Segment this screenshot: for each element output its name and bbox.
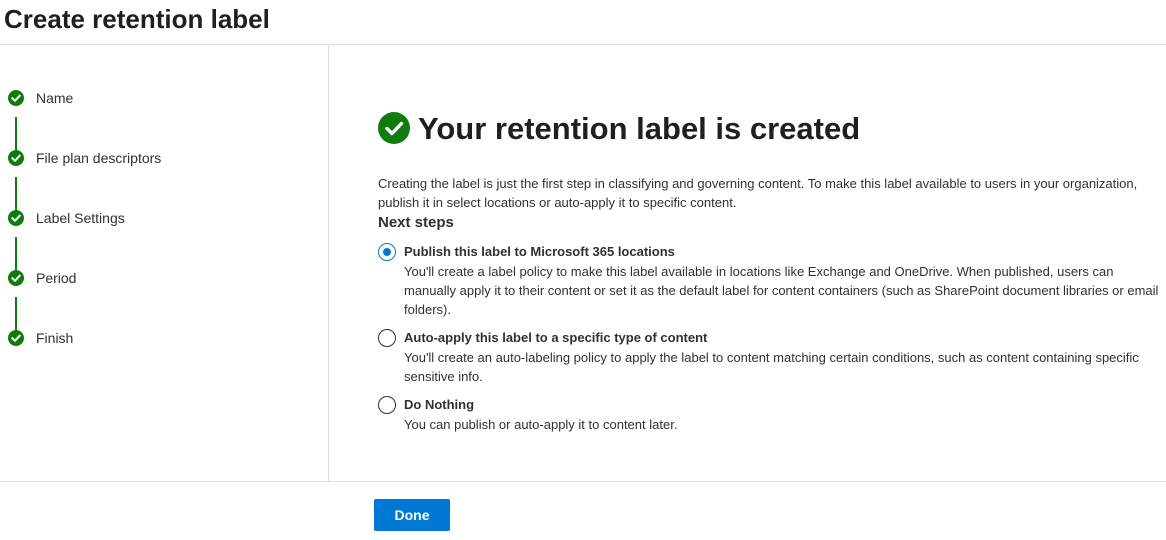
do-nothing-radio[interactable] (378, 396, 396, 414)
publish-label-radio[interactable] (378, 243, 396, 261)
option-description: You'll create a label policy to make thi… (404, 264, 1159, 317)
main-content: Your retention label is created Creating… (330, 45, 1166, 481)
option-title: Publish this label to Microsoft 365 loca… (404, 244, 675, 259)
option-do-nothing[interactable]: Do Nothing You can publish or auto-apply… (378, 396, 1166, 436)
option-title: Do Nothing (404, 397, 475, 412)
next-steps-heading: Next steps (378, 214, 454, 231)
page-header: Create retention label (0, 0, 1166, 45)
option-publish-label[interactable]: Publish this label to Microsoft 365 loca… (378, 243, 1166, 319)
success-title: Your retention label is created (418, 111, 861, 146)
success-check-icon (378, 112, 410, 144)
auto-apply-radio[interactable] (378, 329, 396, 347)
option-auto-apply-label[interactable]: Auto-apply this label to a specific type… (378, 329, 1166, 385)
done-button[interactable]: Done (374, 499, 450, 531)
wizard-step-label: Finish (36, 330, 74, 346)
checkmark-icon (8, 90, 24, 106)
create-retention-label-page: Create retention label Name File plan de… (0, 0, 1166, 540)
checkmark-icon (8, 330, 24, 346)
wizard-step-label: Name (36, 90, 74, 106)
checkmark-icon (8, 210, 24, 226)
option-description: You'll create an auto-labeling policy to… (404, 350, 1139, 384)
checkmark-icon (8, 150, 24, 166)
wizard-steps-sidebar: Name File plan descriptors Label Setting… (0, 45, 329, 481)
wizard-footer: Done (0, 481, 1166, 540)
wizard-step-label: Period (36, 270, 77, 286)
wizard-step-label: Label Settings (36, 210, 125, 226)
option-description: You can publish or auto-apply it to cont… (404, 417, 678, 432)
wizard-step-label: File plan descriptors (36, 150, 162, 166)
option-title: Auto-apply this label to a specific type… (404, 330, 708, 345)
checkmark-icon (8, 270, 24, 286)
page-title: Create retention label (4, 4, 270, 34)
success-description: Creating the label is just the first ste… (378, 176, 1138, 210)
